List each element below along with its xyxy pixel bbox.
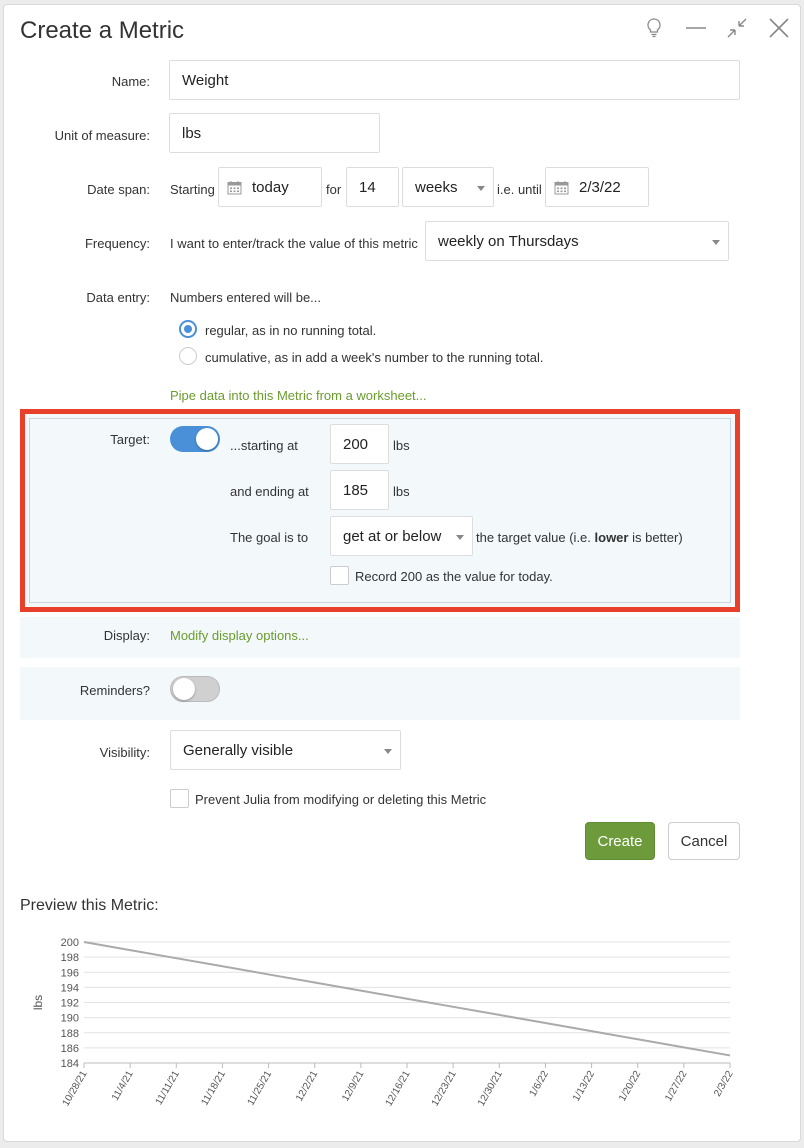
x-tick-label: 12/9/21: [340, 1069, 366, 1104]
x-tick-label: 1/6/22: [528, 1069, 552, 1099]
for-text: for: [326, 182, 342, 197]
y-tick-label: 194: [61, 982, 79, 994]
end-date-value: 2/3/22: [579, 178, 621, 196]
x-tick-label: 11/4/21: [110, 1069, 136, 1103]
name-input[interactable]: Weight: [169, 60, 740, 100]
y-tick-label: 188: [61, 1028, 79, 1040]
date-span-label: Date span:: [87, 182, 150, 197]
minimize-icon[interactable]: [683, 15, 709, 41]
x-tick-label: 10/28/21: [61, 1069, 90, 1109]
reminders-toggle[interactable]: [170, 676, 220, 702]
start-unit-text: lbs: [393, 438, 410, 453]
record-checkbox[interactable]: [330, 566, 349, 585]
prevent-text: Prevent Julia from modifying or deleting…: [195, 792, 487, 807]
radio-cumulative[interactable]: [179, 347, 197, 365]
explanation-pre: the target value (i.e.: [476, 530, 595, 545]
y-tick-label: 198: [61, 952, 79, 964]
x-tick-label: 2/3/22: [712, 1069, 736, 1099]
frequency-value: weekly on Thursdays: [438, 232, 579, 250]
count-input[interactable]: 14: [346, 167, 399, 207]
x-tick-label: 12/16/21: [384, 1069, 413, 1109]
ending-at-text: and ending at: [230, 484, 309, 499]
create-metric-dialog: Create a Metric Name: Weight Unit of mea…: [3, 4, 801, 1142]
unit-input[interactable]: lbs: [169, 113, 380, 153]
series-line: [83, 941, 731, 1057]
data-entry-label: Data entry:: [86, 290, 150, 305]
x-tick-label: 1/13/22: [571, 1069, 597, 1104]
starting-at-text: ...starting at: [230, 438, 298, 453]
visibility-select[interactable]: Generally visible: [170, 730, 401, 770]
option-regular-label: regular, as in no running total.: [205, 323, 377, 338]
toggle-knob: [173, 678, 195, 700]
target-toggle[interactable]: [170, 426, 220, 452]
prevent-checkbox[interactable]: [170, 789, 189, 808]
until-text: i.e. until: [497, 182, 542, 197]
target-start-input[interactable]: 200: [330, 424, 389, 464]
goal-select[interactable]: get at or below: [330, 516, 473, 556]
y-tick-label: 186: [61, 1043, 79, 1055]
x-tick-label: 11/11/21: [154, 1069, 182, 1107]
frequency-select[interactable]: weekly on Thursdays: [425, 221, 729, 261]
period-select[interactable]: weeks: [402, 167, 494, 207]
collapse-icon[interactable]: [724, 15, 750, 41]
target-label: Target:: [110, 432, 150, 447]
x-tick-label: 11/18/21: [199, 1069, 228, 1108]
y-tick-label: 184: [61, 1058, 79, 1070]
x-tick-label: 12/2/21: [294, 1069, 320, 1104]
end-unit-text: lbs: [393, 484, 410, 499]
frequency-label: Frequency:: [84, 236, 150, 251]
visibility-value: Generally visible: [183, 741, 294, 759]
preview-chart: 184 186 188 190 192 194 196 198 200 10/28/21 11/4/…: [20, 925, 740, 1143]
y-axis-label: lbs: [31, 995, 45, 1010]
reminders-label: Reminders?: [79, 683, 150, 698]
explanation-bold: lower: [594, 530, 629, 545]
period-value: weeks: [415, 178, 458, 196]
toggle-knob: [196, 428, 218, 450]
option-cumulative-label: cumulative, as in add a week's number to…: [205, 350, 544, 365]
x-tick-label: 12/23/21: [430, 1069, 459, 1109]
calendar-icon: [227, 180, 242, 195]
target-explanation: the target value (i.e. lower is better): [476, 530, 683, 545]
data-entry-text: Numbers entered will be...: [170, 290, 322, 305]
x-tick-label: 1/20/22: [617, 1069, 643, 1104]
goal-text: The goal is to: [230, 530, 309, 545]
unit-label: Unit of measure:: [54, 128, 150, 143]
lightbulb-icon[interactable]: [641, 15, 667, 41]
start-date-value: today: [252, 178, 289, 196]
start-date-input[interactable]: today: [218, 167, 322, 207]
end-date-input[interactable]: 2/3/22: [545, 167, 649, 207]
close-icon[interactable]: [766, 15, 792, 41]
preview-title: Preview this Metric:: [20, 897, 159, 914]
y-tick-label: 200: [61, 937, 79, 949]
explanation-post: is better): [628, 530, 683, 545]
calendar-icon: [554, 180, 569, 195]
target-end-input[interactable]: 185: [330, 470, 389, 510]
x-tick-label: 12/30/21: [476, 1069, 505, 1109]
create-button[interactable]: Create: [585, 822, 655, 860]
display-options-link[interactable]: Modify display options...: [170, 628, 309, 643]
dialog-title: Create a Metric: [20, 17, 185, 44]
display-label: Display:: [103, 628, 150, 643]
y-tick-label: 190: [61, 1013, 79, 1025]
preview-chart-svg: 184 186 188 190 192 194 196 198 200 10/28/21 11/4/…: [31, 937, 736, 1109]
goal-value: get at or below: [343, 527, 442, 545]
y-tick-label: 192: [61, 998, 79, 1010]
visibility-label: Visibility:: [99, 745, 150, 760]
pipe-data-link[interactable]: Pipe data into this Metric from a worksh…: [170, 388, 427, 403]
frequency-text: I want to enter/track the value of this …: [170, 236, 418, 251]
y-tick-label: 196: [61, 967, 79, 979]
starting-text: Starting: [170, 182, 215, 197]
x-tick-label: 1/27/22: [663, 1069, 689, 1104]
record-text: Record 200 as the value for today.: [355, 569, 553, 584]
x-tick-label: 11/25/21: [246, 1069, 275, 1108]
cancel-button[interactable]: Cancel: [668, 822, 740, 860]
name-label: Name:: [111, 74, 150, 89]
radio-regular[interactable]: [179, 320, 197, 338]
